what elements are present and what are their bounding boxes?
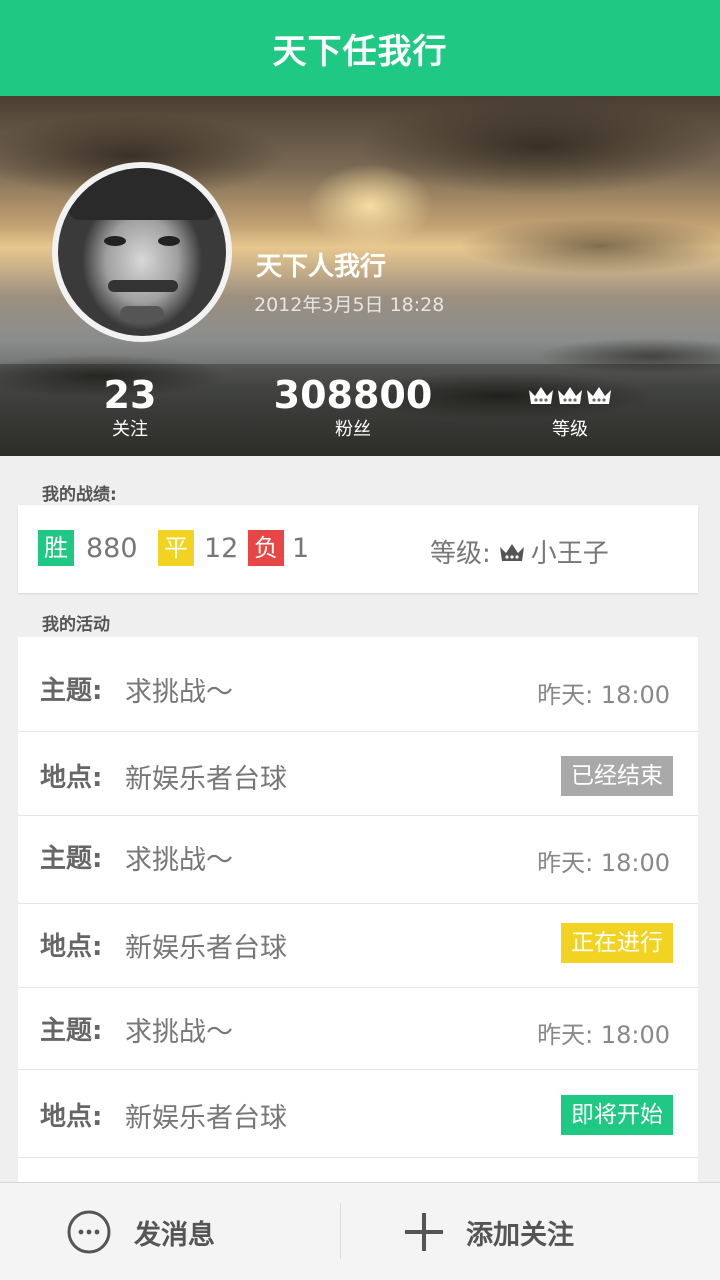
fans-count: 308800 [273, 373, 433, 417]
place-key: 地点: [40, 763, 103, 793]
activity-time: 昨天: 18:00 [537, 1021, 670, 1049]
activity-list: 主题: 求挑战～ 昨天: 18:00 地点: 新娱乐者台球 已经结束 主题: 求… [18, 637, 698, 1182]
draw-count: 12 [204, 533, 239, 564]
profile-datetime: 2012年3月5日 18:28 [254, 294, 445, 316]
following-label: 关注 [112, 419, 148, 440]
title-bar: 天下任我行 [0, 0, 720, 96]
send-message-label: 发消息 [134, 1219, 215, 1251]
activity-place-row[interactable]: 地点: 新娱乐者台球 正在进行 [18, 904, 698, 988]
record-section-label: 我的战绩: [42, 485, 117, 505]
activity-subject: 求挑战～ [125, 1017, 233, 1048]
lose-count: 1 [292, 533, 310, 564]
lose-tag: 负 [248, 530, 284, 566]
add-follow-button[interactable]: 添加关注 [404, 1183, 574, 1280]
activity-time: 昨天: 18:00 [537, 849, 670, 877]
activity-place-row[interactable]: 地点: 新娱乐者台球 已经结束 [18, 732, 698, 816]
crown-icon [587, 387, 611, 404]
bottom-action-bar: 发消息 添加关注 [0, 1182, 720, 1280]
following-count: 23 [103, 373, 157, 417]
level-stat: 等级 [510, 372, 630, 442]
activity-subject-row[interactable]: 主题: 求挑战～ 昨天: 18:00 [18, 637, 698, 732]
activity-subject-row[interactable]: 主题: 求挑战～ 昨天: 18:00 [18, 816, 698, 904]
level-crowns [510, 372, 630, 418]
grade-label: 等级: [430, 539, 491, 569]
win-tag: 胜 [38, 530, 74, 566]
place-key: 地点: [40, 932, 103, 962]
activity-place: 新娱乐者台球 [125, 764, 287, 795]
avatar[interactable] [52, 162, 232, 342]
avatar-photo [58, 168, 226, 336]
level-label: 等级 [552, 419, 588, 440]
status-badge: 已经结束 [561, 756, 673, 796]
plus-icon [405, 1213, 443, 1251]
status-badge: 即将开始 [561, 1095, 673, 1135]
activity-place: 新娱乐者台球 [125, 933, 287, 964]
subject-key: 主题: [40, 676, 103, 706]
bar-divider [340, 1203, 341, 1259]
win-count: 880 [86, 533, 138, 564]
activity-place: 新娱乐者台球 [125, 1103, 287, 1134]
place-key: 地点: [40, 1102, 103, 1132]
grade: 等级: 小王子 [430, 533, 609, 570]
subject-key: 主题: [40, 1016, 103, 1046]
following-stat[interactable]: 23 关注 [70, 372, 190, 442]
record-card: 胜 880 平 12 负 1 等级: 小王子 [18, 505, 698, 593]
subject-key: 主题: [40, 844, 103, 874]
fans-label: 粉丝 [335, 419, 371, 440]
crown-icon [529, 387, 553, 404]
page-title: 天下任我行 [272, 32, 448, 72]
crown-icon [499, 543, 524, 561]
draw-tag: 平 [158, 530, 194, 566]
status-badge: 正在进行 [561, 923, 673, 963]
profile-name: 天下人我行 [256, 252, 387, 282]
send-message-button[interactable]: 发消息 [66, 1183, 215, 1280]
add-follow-label: 添加关注 [466, 1219, 574, 1251]
activity-time: 昨天: 18:00 [537, 681, 670, 709]
activity-subject: 求挑战～ [125, 845, 233, 876]
crown-icon [558, 387, 582, 404]
more-dots-icon [67, 1210, 111, 1254]
activity-place-row[interactable]: 地点: 新娱乐者台球 即将开始 [18, 1070, 698, 1158]
activity-subject-row[interactable]: 主题: 求挑战～ 昨天: 18:00 [18, 988, 698, 1070]
activities-section-label: 我的活动 [42, 615, 110, 635]
fans-stat[interactable]: 308800 粉丝 [262, 372, 444, 442]
activity-subject: 求挑战～ [125, 677, 233, 708]
grade-value: 小王子 [530, 539, 609, 569]
